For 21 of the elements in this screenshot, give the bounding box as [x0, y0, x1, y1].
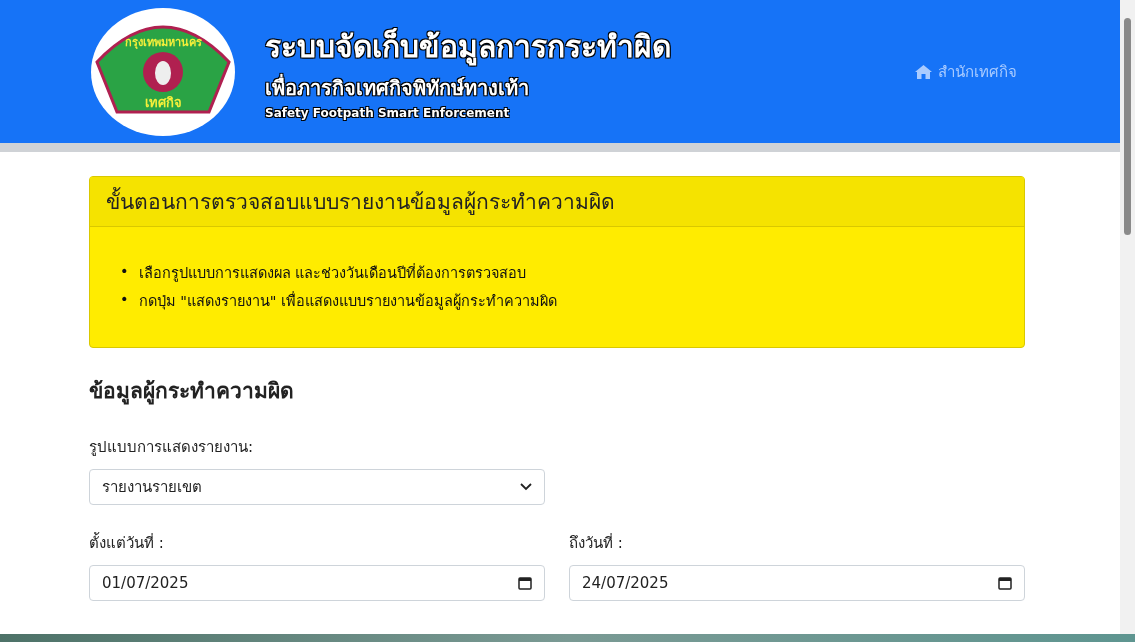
bullet-marker: • — [120, 262, 129, 281]
system-title: ระบบจัดเก็บข้อมูลการกระทำผิด — [265, 27, 671, 68]
system-subtitle: เพื่อภารกิจเทศกิจพิทักษ์ทางเท้า — [265, 73, 530, 102]
calendar-icon[interactable] — [998, 576, 1012, 590]
bullet-marker: • — [120, 290, 129, 309]
emblem-logo: กรุงเทพมหานคร เทศกิจ — [89, 5, 237, 138]
field-label: ถึงวันที่ : — [569, 532, 624, 554]
system-tagline: Safety Footpath Smart Enforcement — [265, 106, 511, 120]
instruction-item: กดปุ่ม "แสดงรายงาน" เพื่อแสดงแบบรายงานข้อมูลผู้กระทำความผิด — [138, 290, 558, 312]
home-icon — [915, 64, 932, 79]
date-input[interactable]: 01/07/2025 — [89, 565, 545, 601]
date-input[interactable]: 24/07/2025 — [569, 565, 1025, 601]
field-label: ตั้งแต่วันที่ : — [89, 531, 165, 554]
instruction-item: เลือกรูปแบบการแสดงผล และช่วงวันเดือนปีที่ต้องการตรวจสอบ — [138, 262, 527, 284]
report-type-select[interactable]: รายงานรายเขต — [89, 469, 545, 505]
calendar-icon[interactable] — [518, 576, 532, 590]
scrollbar[interactable] — [1120, 0, 1135, 634]
panel-title: ขั้นตอนการตรวจสอบแบบรายงานข้อมูลผู้กระทำความผิด — [90, 177, 1024, 227]
field-label: รูปแบบการแสดงรายงาน: — [89, 437, 255, 458]
section-heading: ข้อมูลผู้กระทำความผิด — [89, 378, 295, 407]
chevron-down-icon — [520, 483, 532, 491]
